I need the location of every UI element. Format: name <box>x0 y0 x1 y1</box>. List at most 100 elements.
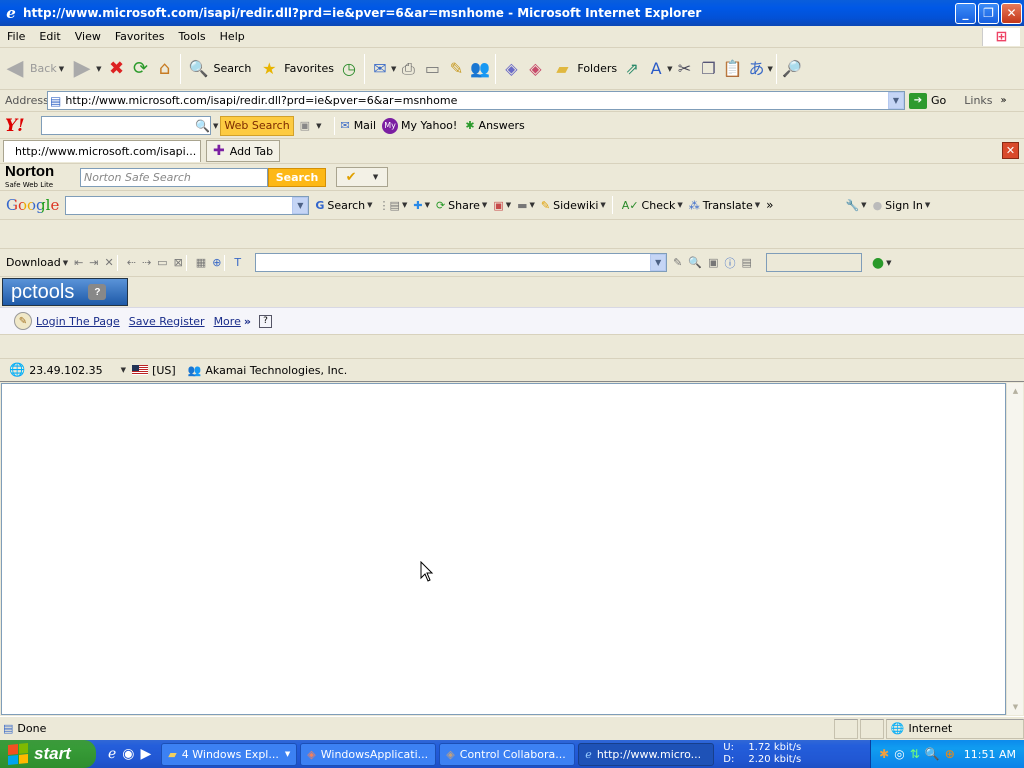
menu-favorites[interactable]: Favorites <box>108 30 172 43</box>
tray-app-icon[interactable]: ✱ <box>879 747 889 761</box>
dl-save-icon[interactable]: ▣ <box>708 256 718 269</box>
history-icon[interactable]: ◷ <box>337 57 361 81</box>
clock[interactable]: 11:51 AM <box>964 748 1016 761</box>
popup-blocker-icon[interactable]: ⋮▤ ▼ <box>379 199 408 212</box>
forward-button[interactable]: ▶ ▼ <box>67 52 104 86</box>
minimize-button[interactable]: _ <box>955 2 976 24</box>
move-to-icon[interactable]: ⇗ <box>620 57 644 81</box>
menu-file[interactable]: File <box>0 30 32 43</box>
google-search-input[interactable]: ▼ <box>65 195 310 215</box>
stop-icon[interactable]: ✖ <box>105 57 129 81</box>
taskbar-item-control-collaboration[interactable]: ◈ Control Collabora... <box>439 742 576 766</box>
ip-address[interactable]: 23.49.102.35 <box>29 364 102 377</box>
yahoo-mail-link[interactable]: Mail <box>354 119 376 132</box>
norton-safeweb-button[interactable]: ✔ ▼ <box>336 167 388 187</box>
menu-tools[interactable]: Tools <box>172 30 213 43</box>
taskbar-item-windowsapplication[interactable]: ◈ WindowsApplicati... <box>300 742 437 766</box>
dl-start-icon[interactable]: ⇤ <box>74 256 83 269</box>
web-search-button[interactable]: Web Search <box>220 115 294 136</box>
security-zone[interactable]: 🌐 Internet <box>885 718 1024 739</box>
research-icon[interactable]: 🔎 <box>780 57 804 81</box>
ie-quicklaunch-icon[interactable]: ℯ <box>108 746 116 762</box>
google-search-button[interactable]: G Search ▼ <box>315 199 372 212</box>
translate-icon[interactable]: あ <box>745 57 769 81</box>
share-button[interactable]: ⟳ Share ▼ <box>436 199 487 212</box>
tray-security-icon[interactable]: ⊕ <box>945 747 955 761</box>
taskbar-item-internet-explorer[interactable]: ℯ http://www.micro... <box>578 742 715 766</box>
password-manager-icon[interactable]: ✎ <box>14 312 32 330</box>
bookmarks-icon[interactable]: ✚ ▼ <box>413 199 430 212</box>
save-register-link[interactable]: Save Register <box>129 315 205 328</box>
scroll-down-icon[interactable]: ▼ <box>1007 699 1024 715</box>
wrench-icon[interactable]: 🔧 ▼ <box>845 199 866 212</box>
chevron-right-icon[interactable]: » <box>1001 95 1007 106</box>
menu-edit[interactable]: Edit <box>32 30 67 43</box>
start-button[interactable]: start <box>0 740 96 768</box>
chevron-down-icon[interactable]: ▼ <box>213 122 218 130</box>
google-sign-in-button[interactable]: ● Sign In ▼ <box>873 199 931 212</box>
menu-help[interactable]: Help <box>213 30 252 43</box>
title-bar[interactable]: e http://www.microsoft.com/isapi/redir.d… <box>0 0 1024 26</box>
translate-button[interactable]: ⁂ Translate ▼ <box>689 199 760 212</box>
paste-icon[interactable]: 📋 <box>721 57 745 81</box>
sidewiki-button[interactable]: ✎ Sidewiki ▼ <box>541 199 606 212</box>
dl-network-icon[interactable]: ⊕ <box>212 256 221 269</box>
autofill-icon[interactable]: ▣ ▼ <box>493 199 511 212</box>
messenger-icon[interactable]: 👥 <box>468 57 492 81</box>
yahoo-answers-link[interactable]: Answers <box>479 119 525 132</box>
dl-edit-icon[interactable]: ✎ <box>673 256 682 269</box>
font-size-icon[interactable]: A <box>644 57 668 81</box>
dl-ok-icon[interactable]: ● ▼ <box>872 255 892 271</box>
dl-back-icon[interactable]: ⇠ <box>127 256 136 269</box>
refresh-icon[interactable]: ⟳ <box>129 57 153 81</box>
vertical-scrollbar[interactable]: ▲ ▼ <box>1006 383 1023 715</box>
norton-search-button[interactable]: Search <box>268 167 326 187</box>
close-tab-button[interactable]: ✕ <box>1002 142 1019 159</box>
dl-folder-icon[interactable]: ▭ <box>157 256 167 269</box>
more-chevron-icon[interactable]: » <box>766 198 773 212</box>
box-icon[interactable]: ◈ <box>523 57 547 81</box>
spell-check-button[interactable]: A✓ Check ▼ <box>622 199 683 212</box>
chevron-down-icon[interactable]: ▼ <box>292 196 309 214</box>
tray-network-icon[interactable]: ⇅ <box>910 747 920 761</box>
tray-app-icon[interactable]: ◎ <box>894 747 904 761</box>
dl-calc-icon[interactable]: ▤ <box>741 256 751 269</box>
chevron-right-icon[interactable]: » <box>244 315 251 328</box>
search-button[interactable]: 🔍 Search <box>184 52 255 86</box>
yahoo-search-input[interactable]: 🔍 <box>41 116 211 135</box>
package-icon[interactable]: ◈ <box>499 57 523 81</box>
back-button[interactable]: ◀ Back ▼ <box>0 52 67 86</box>
help-icon[interactable]: ? <box>258 314 272 328</box>
dl-forward-icon[interactable]: ⇢ <box>142 256 151 269</box>
dl-info-icon[interactable]: ⓘ <box>724 255 735 271</box>
taskbar-item-explorer[interactable]: ▰ 4 Windows Expl... ▼ <box>161 742 298 766</box>
download-button[interactable]: Download ▼ <box>6 256 68 269</box>
dl-search-icon[interactable]: 🔍 <box>688 256 702 269</box>
login-page-link[interactable]: Login The Page <box>36 315 120 328</box>
more-link[interactable]: More <box>214 315 241 328</box>
copy-icon[interactable]: ❐ <box>697 57 721 81</box>
norton-logo[interactable]: Norton Safe Web Lite <box>5 164 80 190</box>
home-icon[interactable]: ⌂ <box>153 57 177 81</box>
folders-button[interactable]: ▰ Folders <box>547 52 620 86</box>
keyboard-icon[interactable]: ▬ ▼ <box>517 199 535 212</box>
menu-view[interactable]: View <box>68 30 108 43</box>
address-dropdown-icon[interactable]: ▼ <box>888 92 904 109</box>
chevron-down-icon[interactable]: ▼ <box>121 366 126 374</box>
my-yahoo-link[interactable]: My Yahoo! <box>401 119 457 132</box>
firefox-quicklaunch-icon[interactable]: ◉ <box>122 746 134 762</box>
bookmark-icon[interactable]: ▣ <box>300 119 310 132</box>
pctools-logo[interactable]: pctools ? <box>2 278 128 306</box>
add-tab-button[interactable]: ✚ Add Tab <box>206 140 281 162</box>
close-button[interactable]: ✕ <box>1001 2 1022 24</box>
dl-pause-icon[interactable]: ⇥ <box>89 256 98 269</box>
edit-icon[interactable]: ▭ <box>420 57 444 81</box>
address-input[interactable]: ▤ http://www.microsoft.com/isapi/redir.d… <box>47 91 905 110</box>
print-icon[interactable]: ⎙ <box>396 57 420 81</box>
discuss-icon[interactable]: ✎ <box>444 57 468 81</box>
scroll-up-icon[interactable]: ▲ <box>1007 383 1024 399</box>
go-button[interactable]: ➔ Go <box>909 92 946 109</box>
tray-search-icon[interactable]: 🔍 <box>925 747 940 761</box>
dl-text-icon[interactable]: T <box>234 256 241 269</box>
dl-stop-icon[interactable]: ✕ <box>105 256 114 269</box>
